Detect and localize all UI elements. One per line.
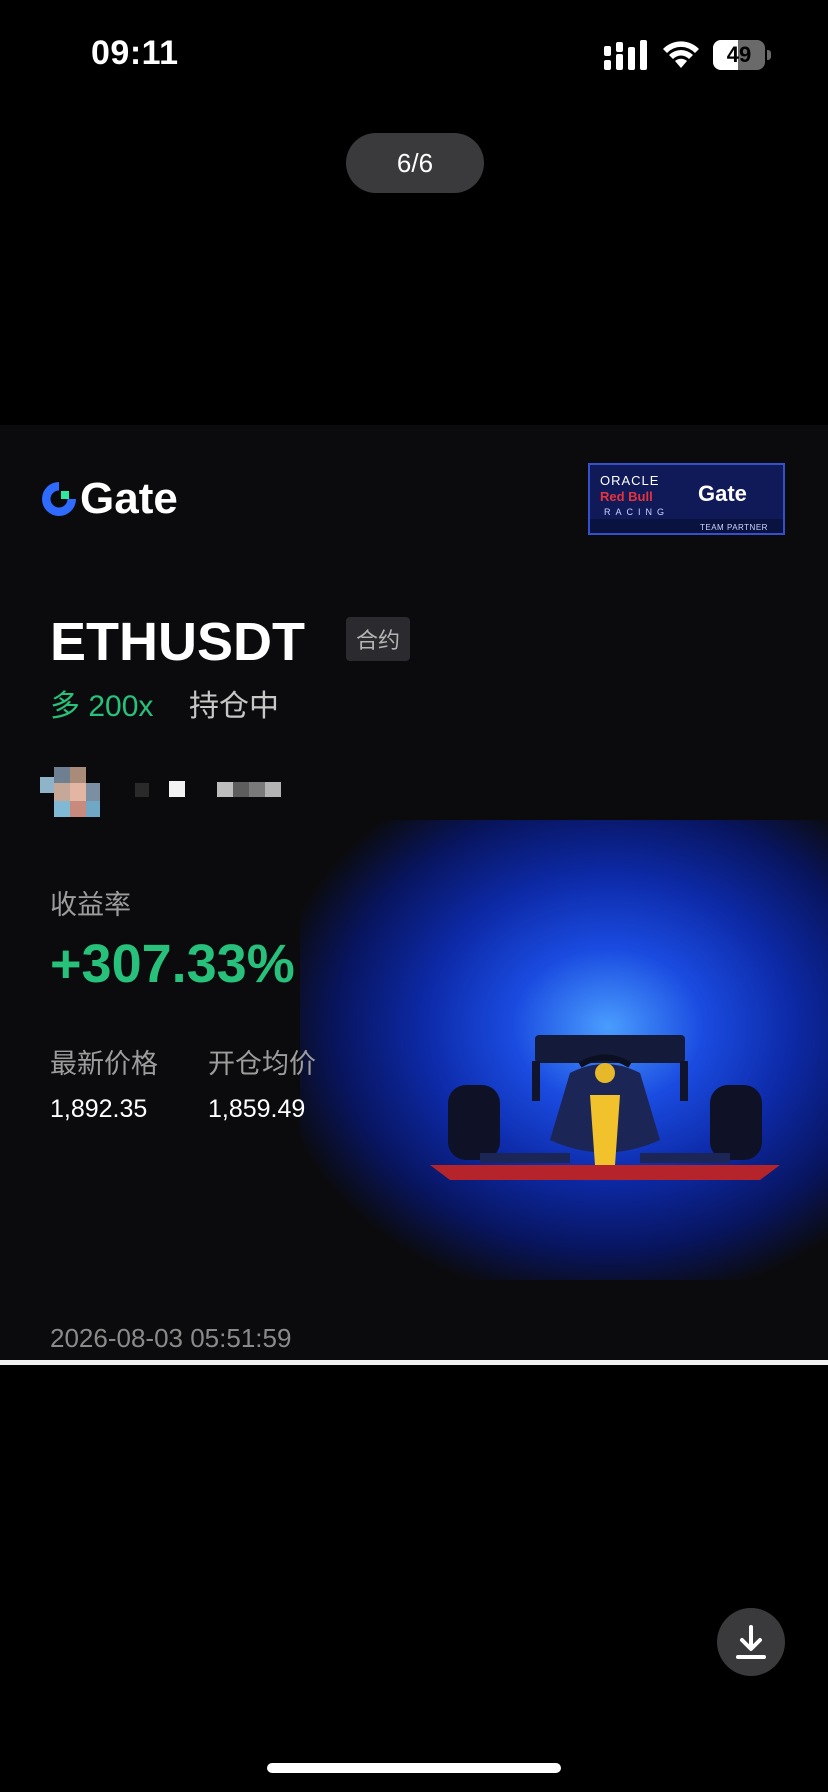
download-icon [736, 1625, 766, 1659]
avg-open-price-value: 1,859.49 [208, 1095, 306, 1123]
avatar [40, 767, 106, 817]
pnl-share-card: Gate ORACLE Red Bull RACING Gate TEAM PA… [0, 425, 828, 1365]
team-partner-badge: ORACLE Red Bull RACING Gate TEAM PARTNER [588, 463, 785, 535]
home-indicator[interactable] [267, 1763, 561, 1773]
partner-gate-text: Gate [698, 481, 747, 506]
latest-price-value: 1,892.35 [50, 1095, 148, 1123]
avg-open-price-label: 开仓均价 [208, 1049, 316, 1079]
position-status: 持仓中 [189, 690, 279, 723]
trading-pair: ETHUSDT [50, 612, 305, 672]
partner-racing-text: RACING [604, 507, 670, 517]
partner-caption: TEAM PARTNER [700, 523, 768, 532]
f1-car-image [430, 1035, 780, 1180]
roi-value: +307.33% [50, 934, 295, 994]
position-direction-leverage: 多 200x [50, 690, 154, 723]
gate-logo-text: Gate [80, 474, 178, 523]
username-redacted [135, 781, 281, 797]
latest-price-label: 最新价格 [50, 1049, 158, 1079]
battery-level: 49 [726, 42, 752, 67]
partner-redbull-text: Red Bull [600, 489, 653, 504]
card-timestamp: 2026-08-03 05:51:59 [50, 1323, 292, 1353]
roi-label: 收益率 [50, 890, 131, 920]
page-indicator: 6/6 [346, 133, 484, 193]
battery-icon: 49 [713, 40, 771, 70]
wifi-icon [663, 41, 699, 68]
contract-tag: 合约 [346, 617, 411, 661]
status-time: 09:11 [91, 34, 179, 72]
gate-logo-icon [42, 482, 76, 516]
partner-oracle-text: ORACLE [600, 473, 660, 488]
gate-logo: Gate [40, 474, 178, 523]
signal-icon [604, 40, 647, 70]
card-divider [0, 1360, 828, 1365]
download-button[interactable] [717, 1608, 785, 1676]
